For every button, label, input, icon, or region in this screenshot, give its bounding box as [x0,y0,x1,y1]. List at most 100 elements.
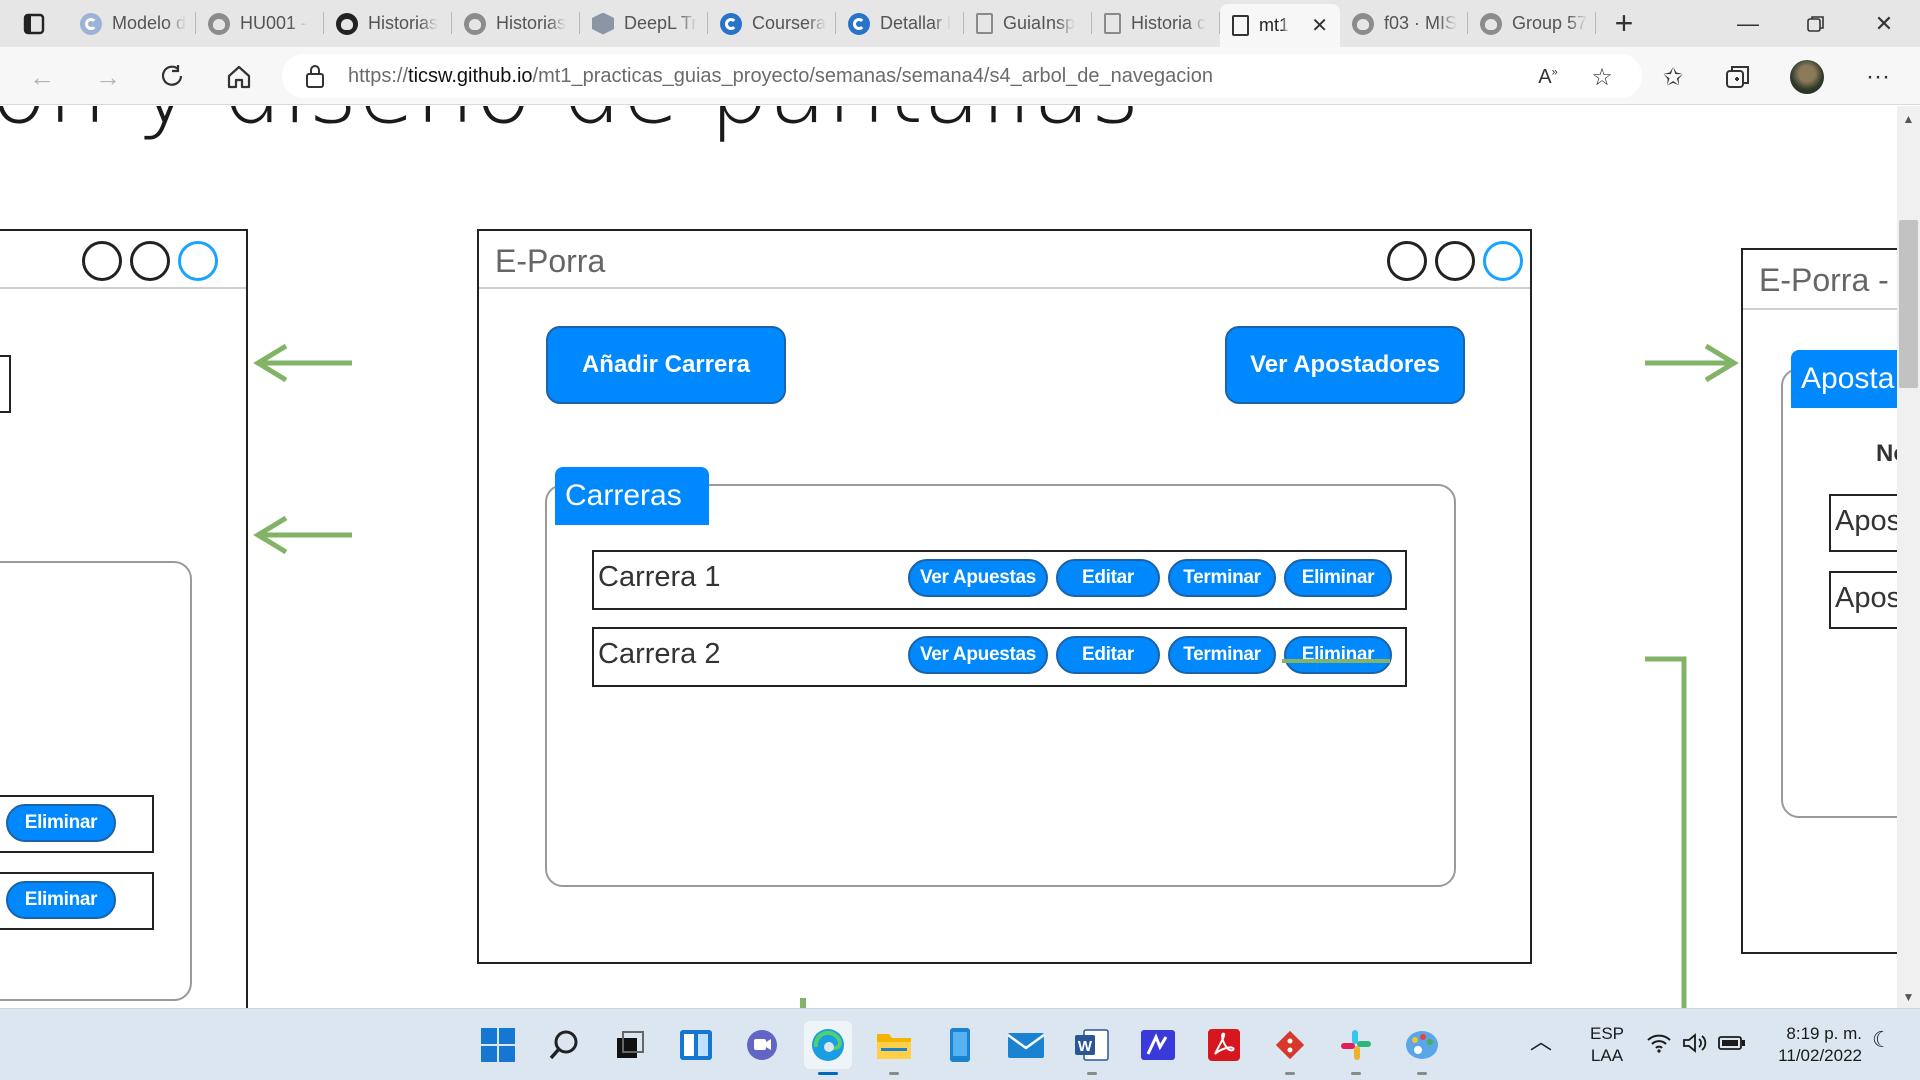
home-icon [227,65,251,89]
network-status[interactable] [1646,1033,1672,1059]
notifications-button[interactable]: ☾ [1872,1029,1892,1051]
web-page-viewport: ón y diseño de pantallas Eliminar Elimin… [0,106,1897,1008]
favorites-button[interactable]: ✩ [1655,59,1691,95]
refresh-button[interactable] [153,57,193,97]
running-indicator [1417,1072,1427,1075]
widgets-icon [680,1030,712,1060]
lock-icon [306,65,324,88]
github-icon [464,12,486,35]
visual-studio-button[interactable] [1134,1021,1182,1069]
navigation-arrows [253,343,1739,1008]
back-button[interactable]: ← [22,57,62,97]
collections-button[interactable] [1720,59,1756,95]
close-window-button[interactable]: ✕ [1850,0,1918,47]
tab-title: DeepL Tr [624,13,698,33]
url-host: ticsw.github.io [408,64,533,87]
volume-control[interactable] [1682,1033,1708,1059]
url-scheme: https:// [348,64,409,87]
battery-status[interactable] [1718,1035,1746,1057]
palette-icon [1406,1031,1438,1059]
browser-tab[interactable]: HU001 - [196,0,324,47]
phone-link-button[interactable] [936,1021,984,1069]
scroll-down-icon[interactable]: ▼ [1899,990,1918,1004]
arrow-to-right-screen [1645,343,1739,383]
git-app-button[interactable] [1266,1021,1314,1075]
new-tab-button[interactable]: + [1596,5,1652,42]
tab-strip: Modelo d HU001 - Historias Historias DeepL T… [0,0,1920,47]
wifi-icon [1647,1034,1671,1053]
home-button[interactable] [219,57,259,97]
browser-tab[interactable]: Historia c [1092,0,1220,47]
tab-title: f03 · MIS [1384,13,1458,33]
tab-title: GuiaInsp [1003,13,1076,33]
profile-avatar[interactable] [1790,60,1824,94]
browser-tab[interactable]: f03 · MIS [1340,0,1468,47]
tab-title: Historia c [1131,13,1207,33]
browser-tab[interactable]: Detallar l [836,0,964,47]
settings-menu-button[interactable]: ··· [1860,59,1896,95]
mail-button[interactable] [1002,1021,1050,1069]
favorites-icon: ✩ [1662,63,1684,91]
edge-icon [812,1029,844,1061]
browser-tab[interactable]: Historias [452,0,580,47]
tab-actions-button[interactable] [0,0,68,47]
minimize-button[interactable]: — [1714,0,1782,47]
phone-icon [950,1028,970,1062]
add-favorite-button[interactable]: ☆ [1584,59,1620,95]
app-icon [1141,1030,1175,1060]
tab-list: Modelo d HU001 - Historias Historias DeepL T… [68,0,1596,47]
github-icon [1352,12,1374,35]
paint-app-button[interactable] [1398,1021,1446,1075]
input-language-indicator[interactable]: ESP LAA [1586,1023,1628,1067]
slack-button[interactable] [1332,1021,1380,1075]
browser-tab[interactable]: Coursera [708,0,836,47]
forward-arrow-icon: → [95,61,121,92]
acrobat-button[interactable] [1200,1021,1248,1069]
clock[interactable]: 8:19 p. m. 11/02/2022 [1762,1023,1862,1067]
more-dots-icon: ··· [1866,63,1890,90]
tab-title: Modelo d [112,13,187,33]
search-button[interactable] [540,1021,588,1069]
browser-tab[interactable]: Group 57 [1468,0,1596,47]
show-hidden-icons-button[interactable]: ︿ [1530,1031,1552,1053]
coursera-icon [848,12,870,35]
scroll-up-icon[interactable]: ▲ [1899,112,1918,126]
widgets-button[interactable] [672,1021,720,1069]
page-icon [1104,13,1121,34]
folder-icon [877,1034,911,1059]
close-tab-icon[interactable]: ✕ [1311,13,1328,38]
forward-button[interactable]: → [88,57,128,97]
browser-tab[interactable]: mt1 ✕ [1220,4,1340,47]
coursera-icon [80,12,102,35]
file-explorer-button[interactable] [870,1021,918,1075]
chevron-up-icon: ︿ [1530,1029,1553,1054]
moon-icon: ☾ [1872,1027,1892,1052]
url-field[interactable]: https://ticsw.github.io/mt1_practicas_gu… [282,54,1642,98]
browser-tab[interactable]: Historias [324,0,452,47]
tab-title: Historias [368,13,439,33]
address-bar-row: ← → https://ticsw.github.io/mt1_practica… [0,47,1920,105]
word-icon: W [1075,1029,1109,1061]
browser-tab[interactable]: Modelo d [68,0,196,47]
clock-time: 8:19 p. m. [1786,1024,1862,1043]
teams-chat-button[interactable] [738,1021,786,1069]
scrollbar-thumb[interactable] [1899,220,1918,388]
browser-tab[interactable]: DeepL Tr [580,0,708,47]
tab-title: Detallar l [880,13,952,33]
task-view-button[interactable] [606,1021,654,1069]
edge-taskbar-button[interactable] [804,1021,852,1075]
browser-tab[interactable]: GuiaInsp [964,0,1092,47]
svg-text:W: W [1078,1038,1093,1055]
windows-taskbar: W ︿ ESP LAA 8:19 p. m. 11/02/2022 ☾ [0,1008,1920,1080]
read-aloud-button[interactable]: A» [1530,59,1566,95]
running-indicator [1087,1072,1097,1075]
language-code: ESP [1589,1024,1625,1043]
tab-title: HU001 - [240,13,308,33]
word-button[interactable]: W [1068,1021,1116,1075]
start-button[interactable] [474,1021,522,1069]
pdf-icon [1208,1029,1240,1061]
restore-button[interactable] [1782,0,1850,47]
url-path: /mt1_practicas_guias_proyecto/semanas/se… [532,64,1213,87]
collections-icon [1726,66,1749,88]
url-text: https://ticsw.github.io/mt1_practicas_gu… [348,65,1213,88]
